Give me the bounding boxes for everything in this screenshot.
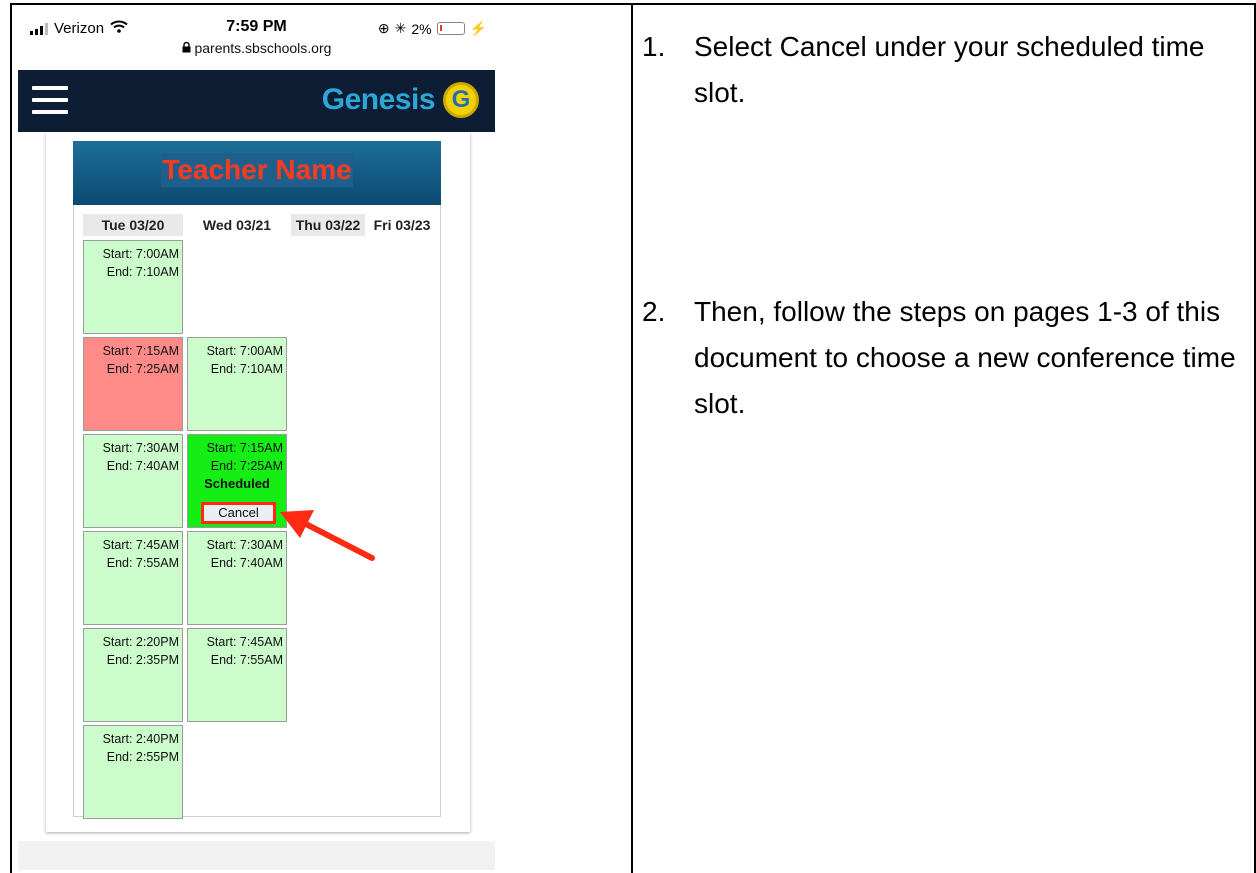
time-slot-tue-1[interactable]: Start: 7:00AM End: 7:10AM (83, 240, 183, 334)
instruction-step-2: 2. Then, follow the steps on pages 1-3 o… (642, 289, 1242, 427)
battery-icon (436, 22, 465, 35)
scheduled-label: Scheduled (204, 476, 270, 491)
time-slot-wed-4[interactable]: Start: 7:45AM End: 7:55AM (187, 628, 287, 722)
battery-percent: 2% (411, 20, 432, 37)
time-slot-tue-4[interactable]: Start: 7:45AM End: 7:55AM (83, 531, 183, 625)
phone-screenshot: Verizon 7:59 PM parents.sbschools.org ⊕ … (18, 8, 495, 870)
slot-start: Start: 7:15AM (206, 441, 283, 455)
rotation-lock-icon: ⊕ (377, 20, 390, 36)
url-bar[interactable]: parents.sbschools.org (18, 40, 495, 56)
menu-icon[interactable] (32, 86, 68, 114)
slot-end: End: 7:55AM (106, 556, 179, 570)
slot-end: End: 2:35PM (106, 653, 179, 667)
conference-schedule: Tue 03/20 Wed 03/21 Thu 03/22 Fri 03/23 … (73, 205, 441, 819)
cancel-button[interactable]: Cancel (204, 505, 273, 521)
time-slot-wed-3[interactable]: Start: 7:30AM End: 7:40AM (187, 531, 287, 625)
app-header: Genesis G (18, 70, 495, 132)
time-slot-tue-6[interactable]: Start: 2:40PM End: 2:55PM (83, 725, 183, 819)
teacher-name: Teacher Name (161, 153, 353, 187)
brand-name: Genesis (321, 83, 436, 116)
time-slot-wed-scheduled: Start: 7:15AM End: 7:25AM Scheduled Canc… (187, 434, 287, 528)
slot-end: End: 7:25AM (106, 362, 179, 376)
slot-end: End: 7:10AM (210, 362, 283, 376)
day-header-thu: Thu 03/22 (291, 214, 365, 236)
step-text: Then, follow the steps on pages 1-3 of t… (694, 296, 1236, 419)
slot-end: End: 7:40AM (210, 556, 283, 570)
day-header-tue: Tue 03/20 (83, 214, 183, 236)
table-left-border (10, 3, 12, 873)
slot-start: Start: 7:15AM (102, 344, 179, 358)
slot-end: End: 7:55AM (210, 653, 283, 667)
day-header-fri: Fri 03/23 (373, 217, 431, 233)
slot-end: End: 7:25AM (210, 459, 283, 473)
slot-start: Start: 2:20PM (102, 635, 179, 649)
annotation-arrow-icon (280, 510, 375, 561)
slot-start: Start: 7:30AM (102, 441, 179, 455)
step-text: Select Cancel under your scheduled time … (694, 31, 1205, 108)
slot-start: Start: 7:30AM (206, 538, 283, 552)
slot-start: Start: 7:00AM (102, 247, 179, 261)
instruction-step-1: 1. Select Cancel under your scheduled ti… (642, 24, 1242, 116)
time-slot-wed-1[interactable]: Start: 7:00AM End: 7:10AM (187, 337, 287, 431)
teacher-header: Teacher Name (73, 141, 441, 205)
table-column-divider (631, 3, 633, 873)
time-slot-tue-5[interactable]: Start: 2:20PM End: 2:35PM (83, 628, 183, 722)
time-slot-tue-2: Start: 7:15AM End: 7:25AM (83, 337, 183, 431)
status-icons: ⊕ ✳ 2% ⚡ (378, 20, 487, 37)
charging-icon: ⚡ (469, 20, 487, 36)
page-background (18, 841, 495, 870)
lock-icon (182, 40, 195, 56)
slot-start: Start: 7:00AM (206, 344, 283, 358)
slot-end: End: 2:55PM (106, 750, 179, 764)
day-header-wed: Wed 03/21 (202, 217, 272, 233)
slot-end: End: 7:40AM (106, 459, 179, 473)
slot-start: Start: 7:45AM (206, 635, 283, 649)
slot-start: Start: 7:45AM (102, 538, 179, 552)
step-number: 2. (642, 296, 666, 327)
step-number: 1. (642, 31, 666, 62)
cancel-highlight: Cancel (201, 502, 276, 524)
bluetooth-icon: ✳ (394, 20, 407, 36)
status-bar: Verizon 7:59 PM parents.sbschools.org ⊕ … (18, 8, 495, 70)
genesis-logo-icon: G (443, 82, 479, 118)
url-text: parents.sbschools.org (194, 40, 332, 56)
slot-start: Start: 2:40PM (102, 732, 179, 746)
table-top-border (10, 3, 1256, 5)
document-page: Verizon 7:59 PM parents.sbschools.org ⊕ … (0, 0, 1256, 873)
time-slot-tue-3[interactable]: Start: 7:30AM End: 7:40AM (83, 434, 183, 528)
slot-end: End: 7:10AM (106, 265, 179, 279)
brand-logo[interactable]: Genesis G (322, 82, 479, 118)
